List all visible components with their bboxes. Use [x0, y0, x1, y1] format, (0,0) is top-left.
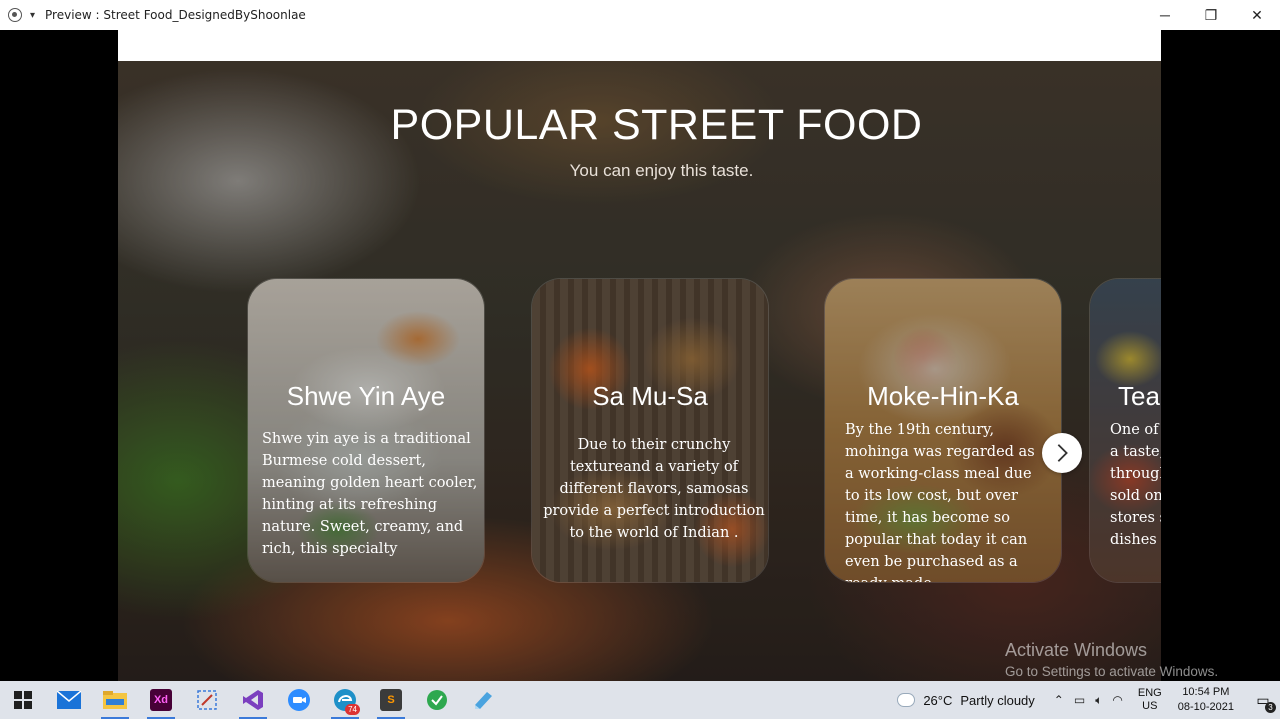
file-explorer-icon[interactable]	[92, 681, 138, 719]
weather-widget[interactable]: 26°C Partly cloudy	[894, 688, 1035, 708]
notes-icon[interactable]	[460, 681, 506, 719]
chevron-down-icon[interactable]: ▾	[30, 10, 35, 21]
language-indicator[interactable]: ENG US	[1138, 687, 1162, 713]
sublime-text-icon[interactable]: S	[368, 681, 414, 719]
food-card-title: Moke-Hin-Ka	[867, 381, 1019, 411]
food-card[interactable]: Shwe Yin Aye Shwe yin aye is a tradition…	[247, 278, 485, 583]
activate-windows-watermark: Activate Windows Go to Settings to activ…	[1005, 640, 1218, 679]
windows-start-icon[interactable]	[0, 681, 46, 719]
restore-button[interactable]: ❐	[1188, 0, 1234, 30]
notification-badge: 74	[345, 704, 360, 715]
wifi-icon[interactable]: ◠	[1112, 693, 1122, 707]
weather-text: Partly cloudy	[960, 692, 1035, 708]
next-slide-button[interactable]	[1042, 433, 1082, 473]
snipping-tool-icon[interactable]	[184, 681, 230, 719]
food-card-title: Shwe Yin Aye	[286, 381, 446, 411]
zoom-icon[interactable]	[276, 681, 322, 719]
system-tray: 26°C Partly cloudy ⌃ ▭ 🔈︎ ◠ ENG US 10:54…	[894, 681, 1280, 719]
close-button[interactable]: ✕	[1234, 0, 1280, 30]
artboard: POPULAR STREET FOOD You can enjoy this t…	[118, 30, 1161, 681]
lang-line2: US	[1142, 700, 1158, 712]
chevron-right-icon	[1057, 444, 1068, 462]
food-card-text: Due to their crunchy textureand a variet…	[543, 437, 765, 541]
hero-title: POPULAR STREET FOOD	[390, 101, 923, 149]
food-card-title: Sa Mu-Sa	[592, 381, 708, 411]
volume-icon[interactable]: 🔈︎	[1095, 693, 1102, 708]
food-card-text: One of a taste, througho sold on stores …	[1110, 422, 1161, 548]
window-title: Preview : Street Food_DesignedByShoonlae	[45, 8, 306, 22]
window-controls: ─ ❐ ✕	[1142, 0, 1280, 30]
partly-cloudy-icon	[894, 688, 916, 707]
food-card-text: By the 19th century, mohinga was regarde…	[845, 422, 1035, 582]
window-titlebar: ▾ Preview : Street Food_DesignedByShoonl…	[0, 0, 1280, 30]
food-card-text: Shwe yin aye is a traditional Burmese co…	[262, 431, 478, 557]
food-card[interactable]: Tea One of a taste, througho sold on sto…	[1089, 278, 1161, 583]
food-card-title: Tea	[1118, 381, 1160, 411]
battery-icon[interactable]: ▭	[1074, 693, 1085, 707]
clock-time: 10:54 PM	[1182, 686, 1230, 698]
clock-date: 08-10-2021	[1177, 701, 1234, 713]
preview-stage: POPULAR STREET FOOD You can enjoy this t…	[0, 30, 1280, 681]
food-card[interactable]: Sa Mu-Sa Due to their crunchy textureand…	[531, 278, 769, 583]
minimize-button[interactable]: ─	[1142, 0, 1188, 30]
vpn-icon[interactable]	[414, 681, 460, 719]
watermark-line2: Go to Settings to activate Windows.	[1005, 664, 1219, 679]
weather-temp: 26°C	[923, 692, 953, 708]
chevron-up-icon[interactable]: ⌃	[1054, 693, 1064, 707]
watermark-line1: Activate Windows	[1005, 640, 1148, 660]
visual-studio-icon[interactable]	[230, 681, 276, 719]
food-card[interactable]: Moke-Hin-Ka By the 19th century, mohinga…	[824, 278, 1062, 583]
clock[interactable]: 10:54 PM 08-10-2021	[1178, 685, 1234, 715]
lang-line1: ENG	[1137, 687, 1162, 699]
notification-center[interactable]: ▭ 3	[1246, 692, 1280, 713]
edge-icon[interactable]: 74	[322, 681, 368, 719]
hero-subtitle: You can enjoy this taste.	[569, 161, 754, 180]
mail-icon[interactable]	[46, 681, 92, 719]
app-icon[interactable]	[8, 8, 22, 22]
adobe-xd-icon[interactable]: Xd	[138, 681, 184, 719]
hero-section: POPULAR STREET FOOD You can enjoy this t…	[118, 61, 1161, 681]
notification-count: 3	[1265, 701, 1276, 713]
taskbar: Xd 74 S 26°C Partly cloudy ⌃ ▭ 🔈︎ ◠ ENG …	[0, 681, 1280, 719]
